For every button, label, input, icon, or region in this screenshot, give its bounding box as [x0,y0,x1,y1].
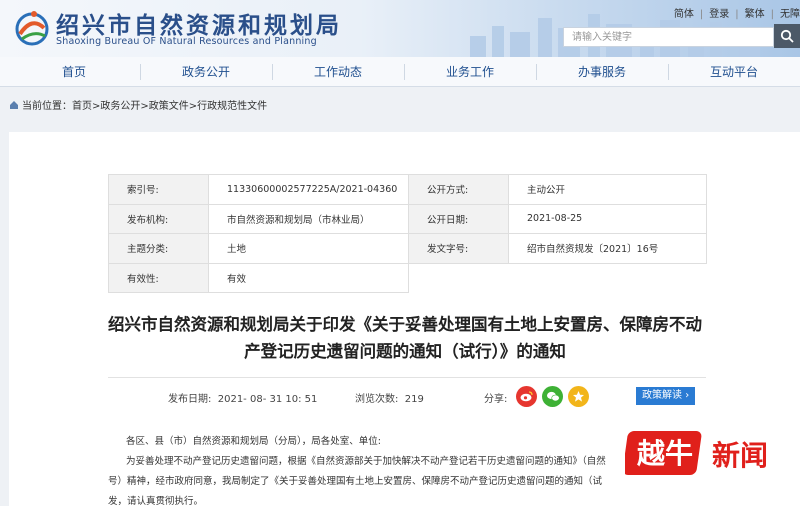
publish-date: 发布日期: 2021- 08- 31 10: 51 [168,390,317,405]
publish-label: 发布日期: [168,394,212,405]
qzone-share-button[interactable] [568,386,589,407]
star-icon [573,391,584,402]
share-label: 分享: [484,394,508,405]
index-label: 索引号: [108,174,209,205]
views-value: 219 [404,394,424,405]
view-count: 浏览次数: 219 [355,390,424,405]
topic-value: 土地 [208,233,409,264]
search-input[interactable]: 请输入关键字 [563,27,774,47]
nav-home[interactable]: 首页 [8,57,140,87]
index-value: 11330600002577225A/2021-04360 [208,174,409,205]
validity-label: 有效性: [108,262,209,293]
top-links: 简体 | 登录 | 繁体 | 无障 [674,5,800,20]
nav-work-news[interactable]: 工作动态 [272,57,404,87]
watermark-text-part: 越牛 [637,437,693,470]
nav-interaction[interactable]: 互动平台 [668,57,800,87]
publicity-label: 公开方式: [408,174,509,205]
empty-cell [509,263,707,293]
breadcrumb-text[interactable]: 当前位置：首页>政务公开>政策文件>行政规范性文件 [22,97,267,112]
weibo-icon [520,391,533,402]
divider: | [770,9,774,20]
search-icon [780,29,794,43]
empty-cell [409,263,509,293]
watermark-text-part: 新闻 [712,439,768,472]
agency-value: 市自然资源和规划局（市林业局） [208,203,409,234]
nav-government-affairs[interactable]: 政务公开 [140,57,272,87]
body-paragraph: 发，请认真贯彻执行。 [108,496,204,506]
pubdate-value: 2021-08-25 [508,203,707,234]
pubdate-label: 公开日期: [408,203,509,234]
wechat-icon [546,391,560,402]
publicity-value: 主动公开 [508,174,707,205]
document-body: 各区、县（市）自然资源和规划局（分局），局各处室、单位: 为妥善处理不动产登记历… [108,432,708,506]
views-label: 浏览次数: [355,394,399,405]
breadcrumb: 当前位置：首页>政务公开>政策文件>行政规范性文件 [9,97,267,112]
document-info-bar: 发布日期: 2021- 08- 31 10: 51 浏览次数: 219 分享: … [108,377,706,407]
table-row: 发布机构: 市自然资源和规划局（市林业局） 公开日期: 2021-08-25 [108,203,707,234]
table-row: 主题分类: 土地 发文字号: 绍市自然资规发〔2021〕16号 [108,233,707,264]
location-icon [10,100,18,109]
agency-label: 发布机构: [108,203,209,234]
docno-label: 发文字号: [408,233,509,264]
document-metadata-table: 索引号: 11330600002577225A/2021-04360 公开方式:… [108,174,707,293]
document-title-line: 绍兴市自然资源和规划局关于印发《关于妥善处理国有土地上安置房、保障房不动 [108,315,702,334]
search-button[interactable] [774,24,800,48]
policy-button-label: 政策解读 [642,390,682,401]
body-paragraph: 各区、县（市）自然资源和规划局（分局），局各处室、单位: [126,436,381,447]
site-title: 绍兴市自然资源和规划局 [56,12,342,39]
nav-services[interactable]: 办事服务 [536,57,668,87]
simplified-chinese-link[interactable]: 简体 [674,5,694,20]
traditional-chinese-link[interactable]: 繁体 [745,5,765,20]
validity-value: 有效 [208,262,409,293]
document-title-line: 产登记历史遗留问题的通知（试行）》的通知 [244,342,566,361]
site-subtitle: Shaoxing Bureau OF Natural Resources and… [56,36,317,47]
docno-value: 绍市自然资规发〔2021〕16号 [508,233,707,264]
body-paragraph: 为妥善处理不动产登记历史遗留问题，根据《自然资源部关于加快解决不动产登记若干历史… [126,456,606,467]
login-link[interactable]: 登录 [709,5,729,20]
table-row: 有效性: 有效 [108,262,707,293]
wechat-share-button[interactable] [542,386,563,407]
bureau-logo-icon [15,11,49,46]
body-paragraph: 号）精神，经市政府同意，我局制定了《关于妥善处理国有土地上安置房、保障房不动产登… [108,476,603,487]
weibo-share-button[interactable] [516,386,537,407]
divider: | [699,9,704,20]
policy-interpretation-button[interactable]: 政策解读 › [636,387,696,405]
divider: | [735,9,739,20]
accessibility-link[interactable]: 无障 [780,5,800,20]
chevron-right-icon: › [685,390,690,401]
site-header: 绍兴市自然资源和规划局 Shaoxing Bureau OF Natural R… [0,0,800,57]
nav-business[interactable]: 业务工作 [404,57,536,87]
yueniu-news-watermark-logo: 越牛 新闻 [625,431,773,475]
document-title: 绍兴市自然资源和规划局关于印发《关于妥善处理国有土地上安置房、保障房不动 产登记… [100,311,710,365]
topic-label: 主题分类: [108,233,209,264]
main-nav: 首页 政务公开 工作动态 业务工作 办事服务 互动平台 [0,57,800,87]
publish-value: 2021- 08- 31 10: 51 [217,394,318,405]
table-row: 索引号: 11330600002577225A/2021-04360 公开方式:… [108,174,707,205]
